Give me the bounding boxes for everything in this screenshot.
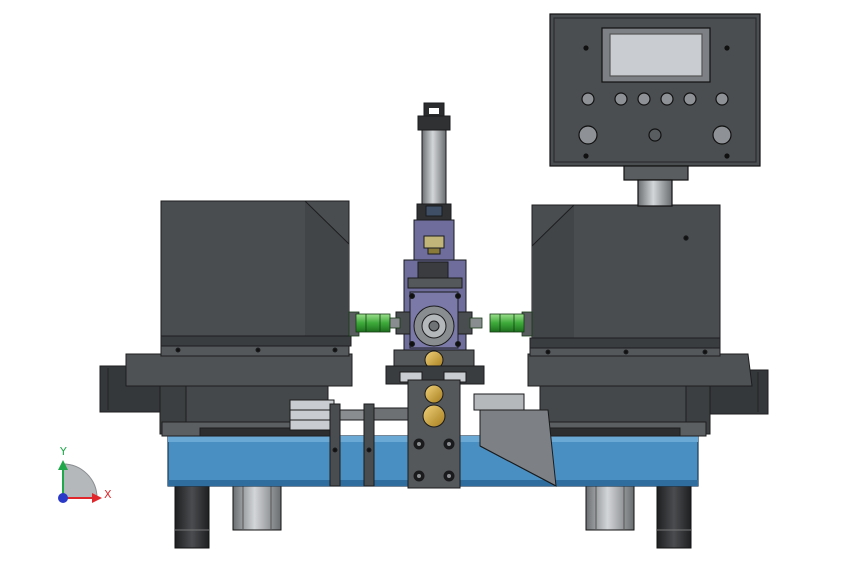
- vertical-cylinder: [416, 102, 452, 221]
- panel-key-center: [648, 128, 662, 142]
- panel-post: [637, 179, 673, 207]
- left-coupling: [355, 313, 391, 333]
- panel-button-6: [715, 92, 729, 106]
- panel-button-2: [614, 92, 628, 106]
- leg-right-outer: [656, 483, 692, 549]
- leg-right-inner: [585, 483, 635, 531]
- panel-button-5: [683, 92, 697, 106]
- panel-button-3: [637, 92, 651, 106]
- x-axis-label: X: [104, 488, 112, 501]
- right-coupling: [489, 313, 525, 333]
- panel-switch-right: [712, 125, 732, 145]
- mini-cylinder: [289, 399, 335, 431]
- control-panel: [549, 13, 761, 207]
- z-axis-dot: [58, 493, 68, 503]
- triad-arc: [62, 463, 98, 499]
- panel-button-1: [581, 92, 595, 106]
- panel-mount: [623, 165, 689, 181]
- center-head: [395, 219, 473, 351]
- panel-switch-left: [578, 125, 598, 145]
- leg-left-outer: [174, 483, 210, 549]
- hmi-screen: [609, 33, 703, 77]
- cylinder-barrel: [421, 129, 447, 207]
- legs: [174, 483, 692, 549]
- right-motor-assembly: [527, 204, 769, 437]
- brass-knob-lower: [422, 404, 446, 428]
- y-axis-label: Y: [59, 445, 67, 458]
- left-spindle: [348, 311, 401, 337]
- panel-button-4: [660, 92, 674, 106]
- cad-viewport: Y X: [58, 13, 769, 549]
- leg-left-inner: [232, 483, 282, 531]
- brass-knob-middle: [424, 384, 444, 404]
- coordinate-triad: Y X: [58, 445, 112, 503]
- right-spindle: [469, 311, 533, 337]
